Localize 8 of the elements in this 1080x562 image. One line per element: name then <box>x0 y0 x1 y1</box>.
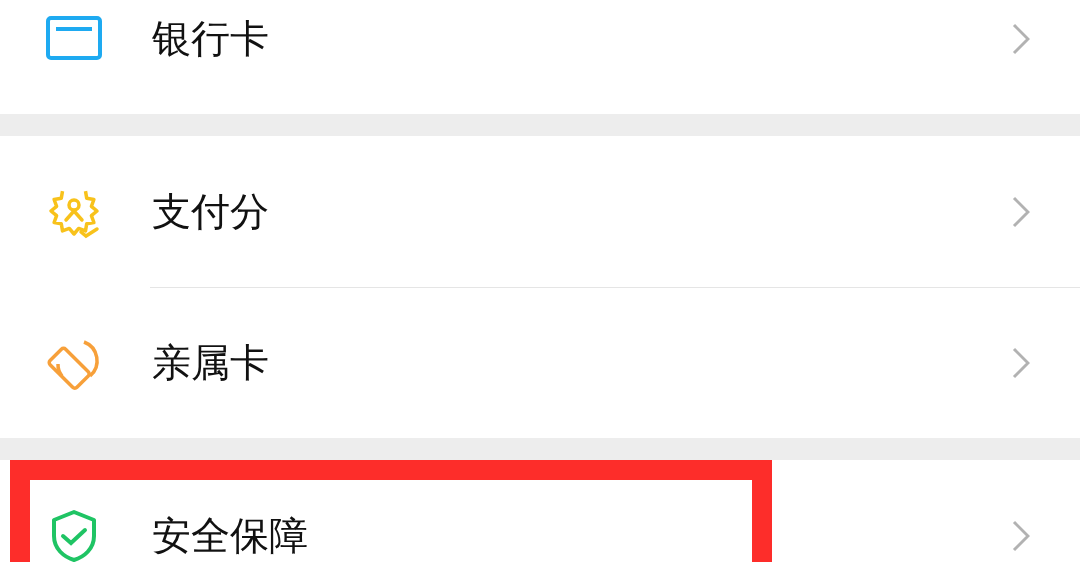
menu-label: 安全保障 <box>152 516 309 555</box>
menu-label: 亲属卡 <box>152 343 270 382</box>
menu-label: 银行卡 <box>152 19 270 58</box>
menu-label: 支付分 <box>152 192 270 231</box>
menu-item[interactable]: 支付分 <box>0 136 1080 287</box>
menu-item[interactable]: 安全保障 <box>0 460 1080 562</box>
menu-item[interactable]: 银行卡 <box>0 0 1080 114</box>
menu-item[interactable]: 亲属卡 <box>0 287 1080 438</box>
